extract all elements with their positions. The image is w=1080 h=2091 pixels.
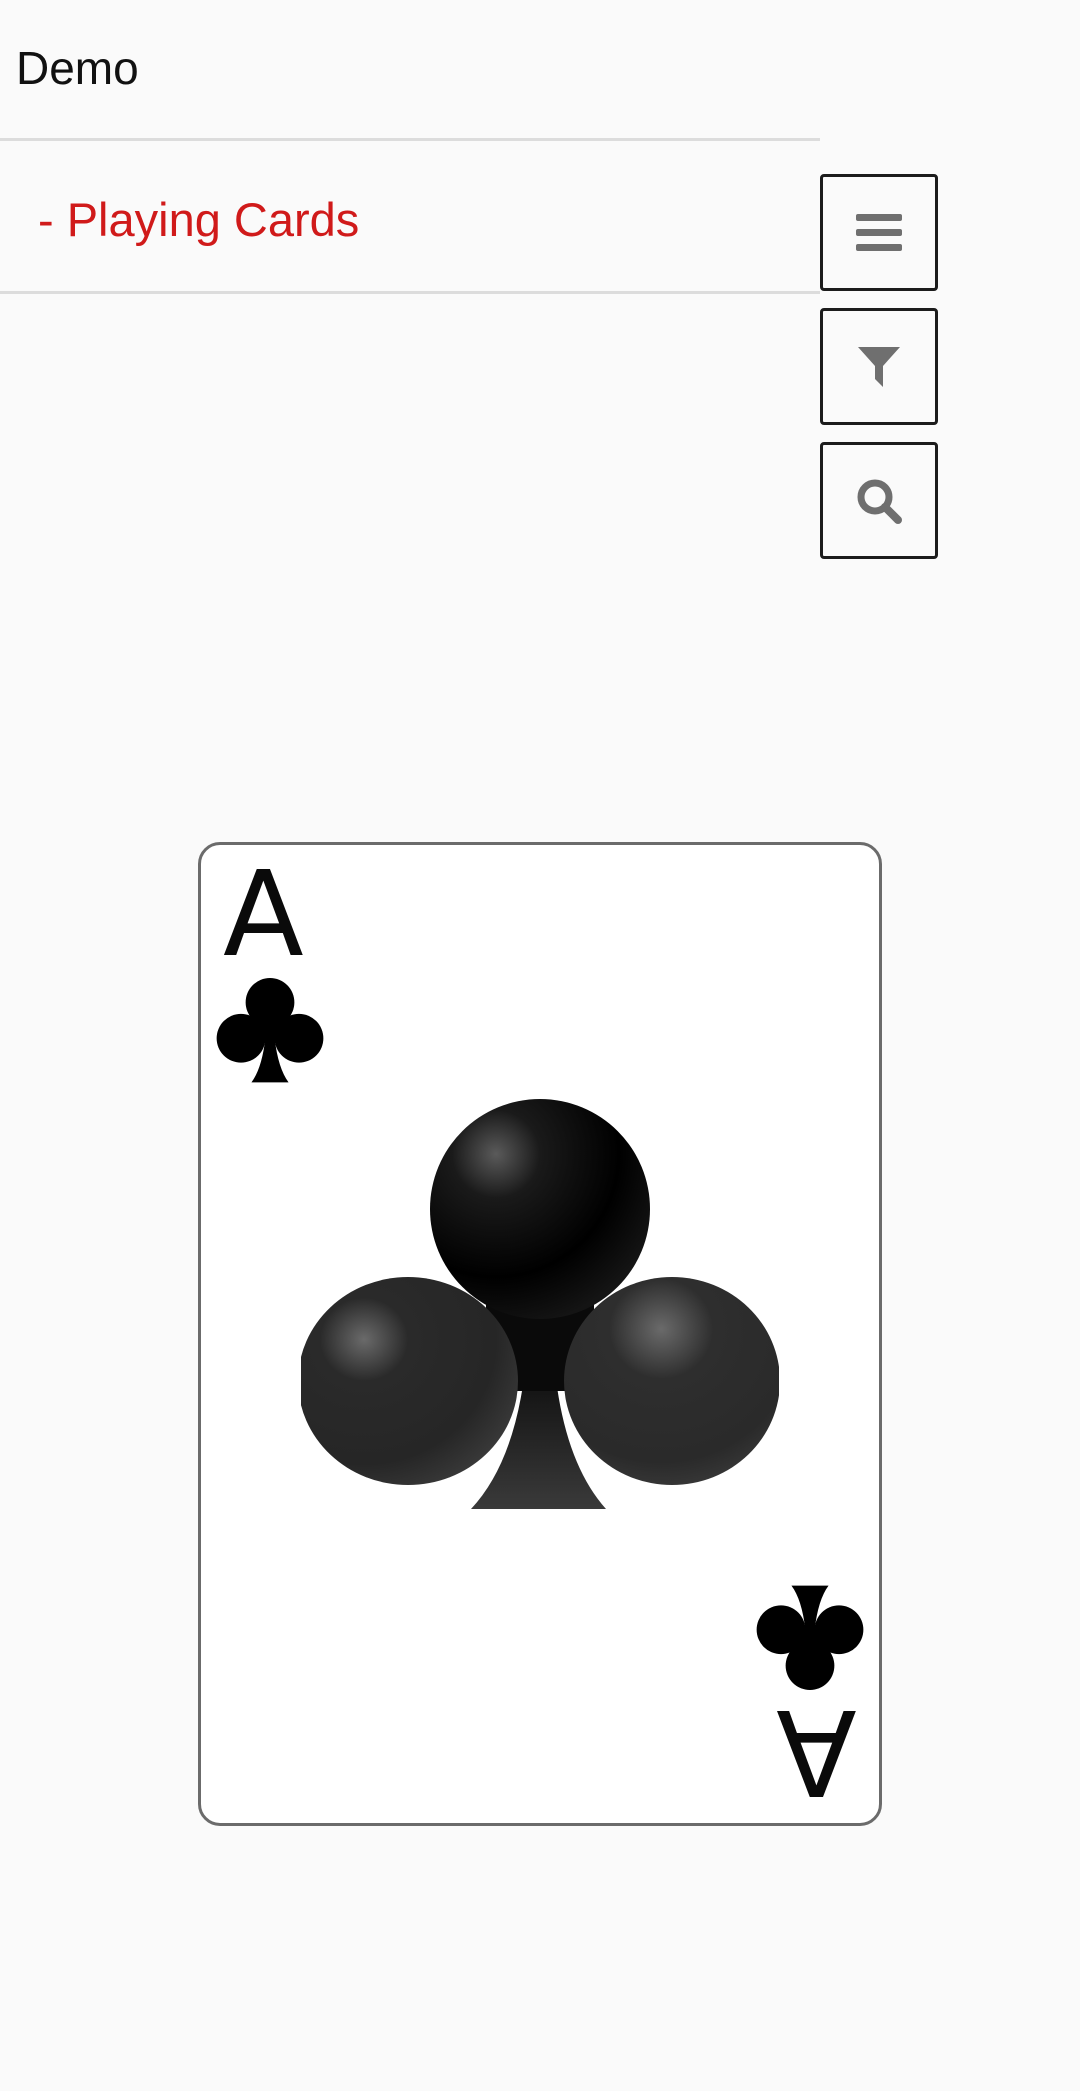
card-rank-top-left: A	[223, 845, 304, 983]
app-title: Demo	[16, 42, 139, 94]
menu-button[interactable]	[820, 174, 938, 291]
club-suit-large-icon	[301, 1099, 779, 1509]
menu-icon	[856, 213, 902, 251]
card-rank-bottom-right: A	[776, 1683, 857, 1821]
section-divider	[0, 291, 820, 294]
playing-card-ace-of-clubs[interactable]: A A	[198, 842, 882, 1826]
filter-icon	[858, 346, 900, 387]
search-button[interactable]	[820, 442, 938, 559]
header-divider	[0, 138, 820, 141]
club-suit-icon	[216, 977, 324, 1083]
club-suit-icon	[756, 1585, 864, 1691]
filter-button[interactable]	[820, 308, 938, 425]
section-title: - Playing Cards	[38, 193, 360, 246]
search-icon	[857, 479, 902, 524]
